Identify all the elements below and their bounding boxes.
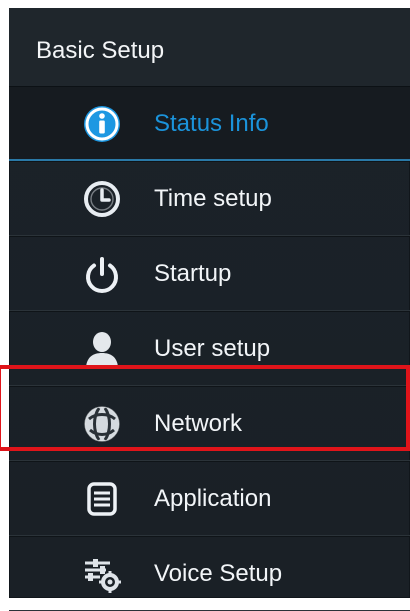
info-icon <box>82 104 122 144</box>
basic-setup-header[interactable]: Basic Setup <box>9 8 410 87</box>
section-title: Basic Setup <box>36 37 165 64</box>
screenshot-frame: Basic Setup Status Info Time setup Start… <box>0 0 410 611</box>
sidebar-item-label: Time setup <box>154 185 272 212</box>
sidebar-item-user-setup[interactable]: User setup <box>9 311 410 386</box>
network-icon <box>82 404 122 444</box>
clock-icon <box>82 179 122 219</box>
sidebar-item-time-setup[interactable]: Time setup <box>9 161 410 236</box>
power-icon <box>82 254 122 294</box>
sidebar-item-application[interactable]: Application <box>9 461 410 536</box>
sidebar-item-status-info[interactable]: Status Info <box>9 86 410 161</box>
sidebar-item-label: Status Info <box>154 110 269 137</box>
basic-setup-menu: Status Info Time setup Startup User setu… <box>9 86 410 611</box>
sidebar-item-network[interactable]: Network <box>9 386 410 461</box>
sidebar-item-label: Application <box>154 485 272 512</box>
sidebar-item-voice-setup[interactable]: Voice Setup <box>9 536 410 611</box>
sidebar-item-label: Voice Setup <box>154 560 283 587</box>
application-icon <box>82 479 122 519</box>
settings-sidebar: Basic Setup Status Info Time setup Start… <box>9 8 410 611</box>
voice-setup-icon <box>82 554 122 594</box>
sidebar-item-label: Network <box>154 410 243 437</box>
user-icon <box>82 329 122 369</box>
sidebar-item-label: Startup <box>154 260 232 287</box>
sidebar-item-startup[interactable]: Startup <box>9 236 410 311</box>
sidebar-item-label: User setup <box>154 335 271 362</box>
